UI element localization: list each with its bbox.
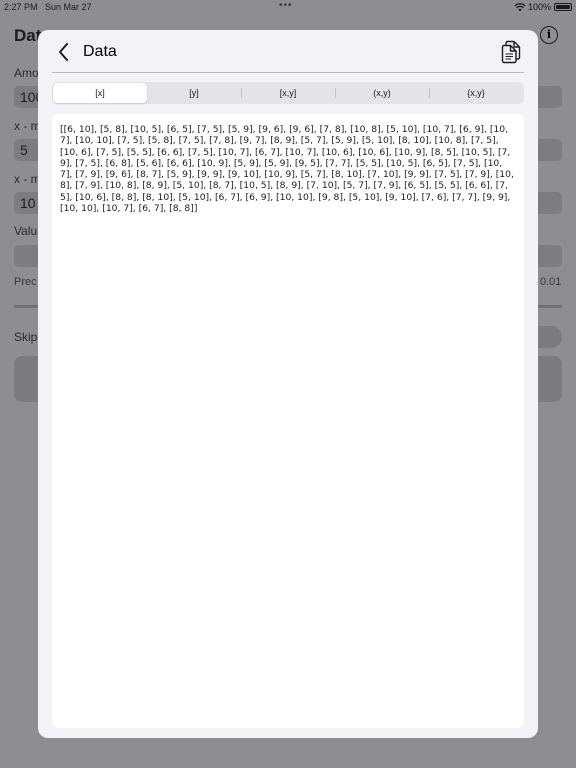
data-output-text: [[6, 10], [5, 8], [10, 5], [6, 5], [7, 5… — [60, 124, 514, 215]
copy-icon[interactable] — [500, 40, 522, 64]
data-sheet: Data [x] [y] [x,y] (x,y) {x,y} [[6, 10],… — [38, 30, 538, 738]
amount-label: Amo — [14, 66, 39, 80]
wifi-icon — [514, 3, 526, 12]
x-max-label: x - m — [14, 172, 41, 186]
status-bar: 2:27 PM Sun Mar 27 ••• 100% — [0, 0, 576, 16]
precision-label: Prec — [14, 276, 37, 288]
multitasking-dots-icon[interactable]: ••• — [279, 0, 293, 11]
tab-x[interactable]: [x] — [53, 83, 147, 103]
sheet-nav-bar: Data — [38, 30, 538, 74]
data-text-area[interactable]: [[6, 10], [5, 8], [10, 5], [6, 5], [7, 5… — [52, 114, 524, 728]
skip-label: Skip — [14, 330, 38, 344]
info-icon[interactable]: i — [540, 26, 558, 44]
status-date: Sun Mar 27 — [45, 2, 92, 12]
values-label: Valu — [14, 224, 38, 238]
sheet-title: Data — [83, 43, 117, 60]
chevron-left-icon[interactable] — [56, 42, 72, 62]
tab-y[interactable]: [y] — [147, 83, 241, 103]
battery-percent: 100% — [528, 2, 552, 12]
tab-x-y-brackets[interactable]: [x,y] — [241, 83, 335, 103]
format-segmented-control: [x] [y] [x,y] (x,y) {x,y} — [52, 82, 524, 104]
x-min-label: x - m — [14, 119, 41, 133]
tab-x-y-parens[interactable]: (x,y) — [335, 83, 429, 103]
precision-value: 0.01 — [540, 276, 562, 288]
battery-icon — [554, 3, 572, 11]
tab-x-y-braces[interactable]: {x,y} — [429, 83, 523, 103]
nav-divider — [52, 72, 524, 73]
status-time: 2:27 PM — [4, 2, 38, 12]
